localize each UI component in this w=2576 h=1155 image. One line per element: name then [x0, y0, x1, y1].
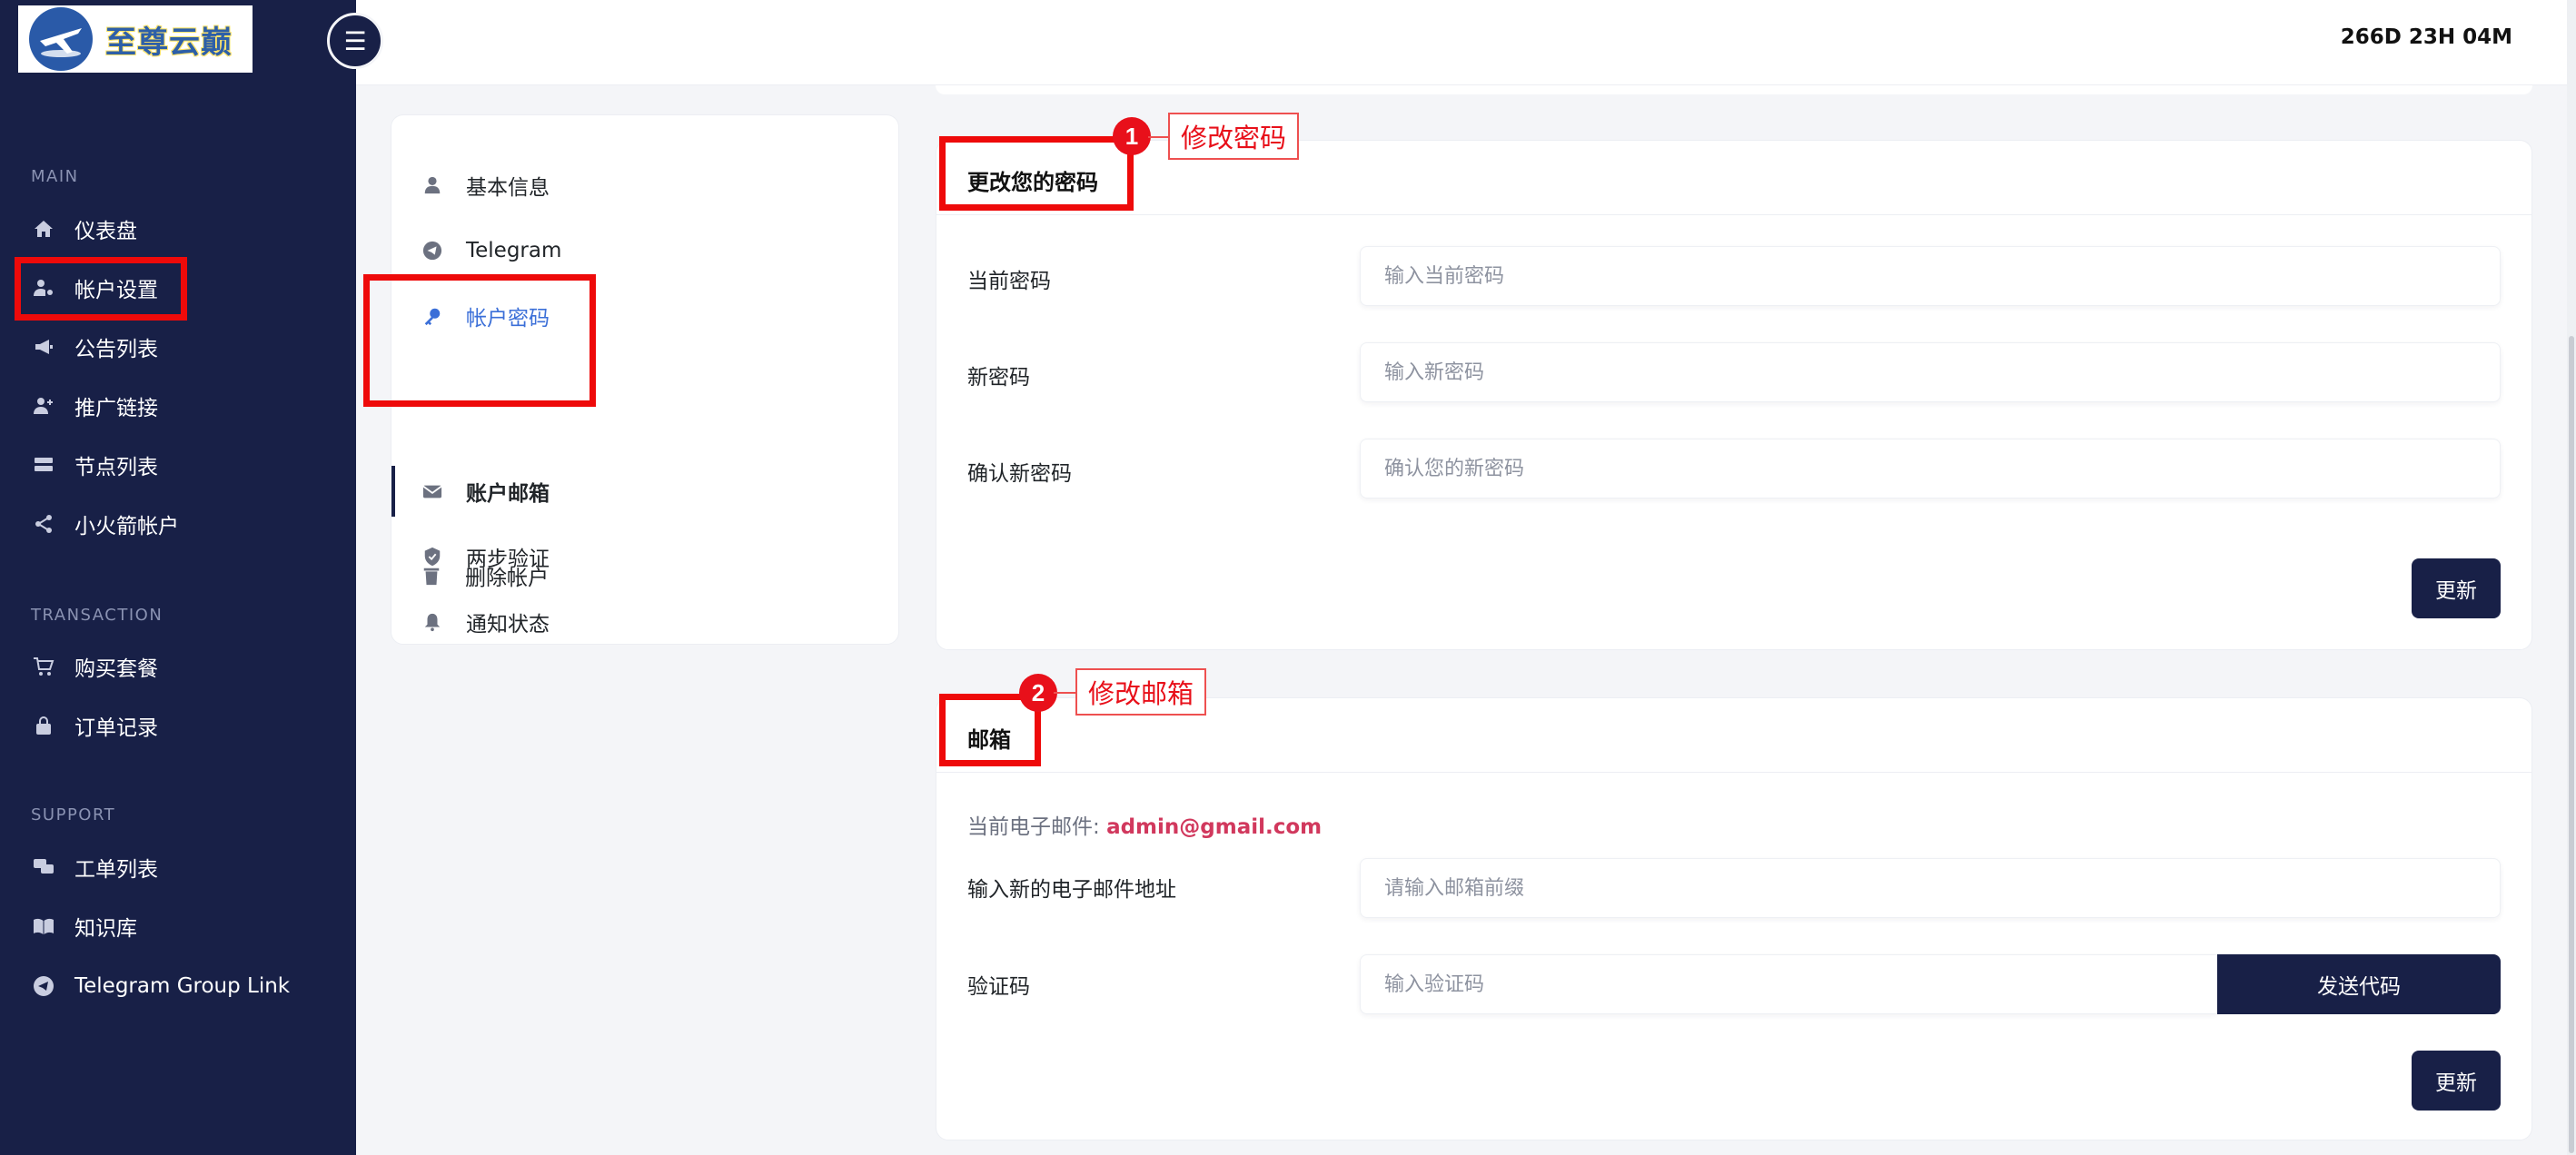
- share-icon: [31, 511, 56, 537]
- settings-nav-active-indicator: [391, 466, 395, 517]
- annotation-box-account-settings: [15, 257, 187, 321]
- sidebar-item-dashboard[interactable]: 仪表盘: [31, 208, 137, 250]
- current-email-value: admin@gmail.com: [1106, 815, 1323, 839]
- annotation-box-settings-nav: [363, 274, 596, 407]
- confirm-password-input[interactable]: [1360, 439, 2501, 499]
- bell-icon: [421, 610, 444, 634]
- trash-icon: [420, 564, 443, 587]
- subscription-countdown: 266D 23H 04M: [2340, 25, 2512, 49]
- sidebar-item-label: 购买套餐: [74, 657, 158, 681]
- home-icon: [31, 216, 56, 242]
- sidebar-item-referral[interactable]: 推广链接: [31, 385, 158, 427]
- new-email-label: 输入新的电子邮件地址: [967, 878, 1176, 902]
- change-password-card: 更改您的密码 当前密码 新密码 确认新密码 更新: [936, 140, 2532, 650]
- settings-nav-telegram[interactable]: Telegram: [421, 229, 561, 272]
- send-code-button[interactable]: 发送代码: [2217, 954, 2501, 1014]
- topbar: 266D 23H 04M: [356, 0, 2567, 85]
- sidebar: 至尊云巅 MAIN 仪表盘 帐户设置 公告列表 推广链接 节点列表 小火箭帐户 …: [0, 0, 356, 1155]
- update-password-button[interactable]: 更新: [2412, 558, 2501, 618]
- settings-nav-notifications[interactable]: 通知状态: [421, 600, 550, 644]
- megaphone-icon: [31, 334, 56, 360]
- annotation-badge-1: 1: [1113, 117, 1151, 155]
- sidebar-item-tickets[interactable]: 工单列表: [31, 846, 158, 888]
- sidebar-item-shadowrocket[interactable]: 小火箭帐户: [31, 503, 179, 545]
- new-password-input[interactable]: [1360, 342, 2501, 402]
- settings-nav-delete-account[interactable]: 删除帐户: [420, 554, 549, 597]
- sidebar-item-buy-plan[interactable]: 购买套餐: [31, 646, 158, 687]
- sidebar-item-orders[interactable]: 订单记录: [31, 705, 158, 746]
- previous-card-bottom: [936, 85, 2532, 94]
- settings-nav-email[interactable]: 账户邮箱: [421, 469, 550, 513]
- nav-section-transaction: TRANSACTION: [31, 606, 163, 625]
- current-password-input[interactable]: [1360, 246, 2501, 306]
- update-email-button[interactable]: 更新: [2412, 1051, 2501, 1111]
- chat-icon: [31, 854, 56, 880]
- email-card: 邮箱 当前电子邮件: admin@gmail.com 输入新的电子邮件地址 验证…: [936, 697, 2532, 1140]
- nav-section-main: MAIN: [31, 167, 79, 186]
- sidebar-item-label: 订单记录: [74, 716, 158, 740]
- settings-nav-label: 账户邮箱: [466, 482, 550, 506]
- verification-code-input[interactable]: [1360, 954, 2217, 1014]
- menu-toggle-button[interactable]: ☰: [327, 13, 383, 69]
- sidebar-item-label: 工单列表: [74, 858, 158, 882]
- sidebar-item-label: 推广链接: [74, 397, 158, 420]
- book-icon: [31, 913, 56, 939]
- annotation-badge-2: 2: [1019, 674, 1057, 712]
- nav-section-support: SUPPORT: [31, 805, 116, 824]
- annotation-label-2: 修改邮箱: [1075, 668, 1207, 716]
- lock-icon: [31, 713, 56, 738]
- sidebar-item-label: 知识库: [74, 917, 137, 941]
- new-password-label: 新密码: [967, 366, 1030, 390]
- sidebar-item-knowledge-base[interactable]: 知识库: [31, 905, 137, 947]
- brand-logo[interactable]: 至尊云巅: [18, 5, 253, 73]
- user-plus-icon: [31, 393, 56, 419]
- annotation-connector-2: [1054, 692, 1077, 694]
- hamburger-icon: ☰: [343, 25, 367, 56]
- sidebar-item-label: 仪表盘: [74, 220, 137, 243]
- server-icon: [31, 452, 56, 478]
- annotation-label-1: 修改密码: [1168, 113, 1300, 160]
- sidebar-item-label: 小火箭帐户: [74, 515, 179, 538]
- new-email-input[interactable]: [1360, 858, 2501, 918]
- sidebar-item-telegram-group[interactable]: Telegram Group Link: [31, 965, 290, 1007]
- verification-code-label: 验证码: [967, 975, 1030, 999]
- sidebar-item-label: 节点列表: [74, 456, 158, 479]
- cart-icon: [31, 654, 56, 679]
- telegram-icon: [31, 973, 56, 999]
- settings-nav-label: 基本信息: [466, 176, 550, 200]
- airplane-logo-icon: [29, 7, 93, 71]
- page-scrollbar-thumb[interactable]: [2569, 336, 2574, 1153]
- sidebar-item-announcements[interactable]: 公告列表: [31, 326, 158, 368]
- current-password-label: 当前密码: [967, 270, 1051, 293]
- confirm-password-label: 确认新密码: [967, 462, 1072, 486]
- settings-nav-label: 通知状态: [466, 613, 550, 637]
- sidebar-item-nodes[interactable]: 节点列表: [31, 444, 158, 486]
- settings-nav-basic-info[interactable]: 基本信息: [421, 163, 550, 207]
- telegram-icon: [421, 239, 444, 262]
- current-email-line: 当前电子邮件: admin@gmail.com: [967, 809, 1322, 840]
- settings-nav-label: Telegram: [466, 239, 562, 262]
- envelope-icon: [421, 479, 444, 503]
- sidebar-item-label: Telegram Group Link: [74, 974, 291, 998]
- annotation-connector-1: [1148, 136, 1168, 138]
- current-email-label: 当前电子邮件:: [967, 815, 1100, 839]
- settings-nav-label: 删除帐户: [465, 567, 549, 590]
- user-icon: [421, 173, 444, 197]
- sidebar-item-label: 公告列表: [74, 338, 158, 361]
- annotation-box-password-title: [939, 136, 1134, 211]
- brand-name: 至尊云巅: [105, 24, 233, 61]
